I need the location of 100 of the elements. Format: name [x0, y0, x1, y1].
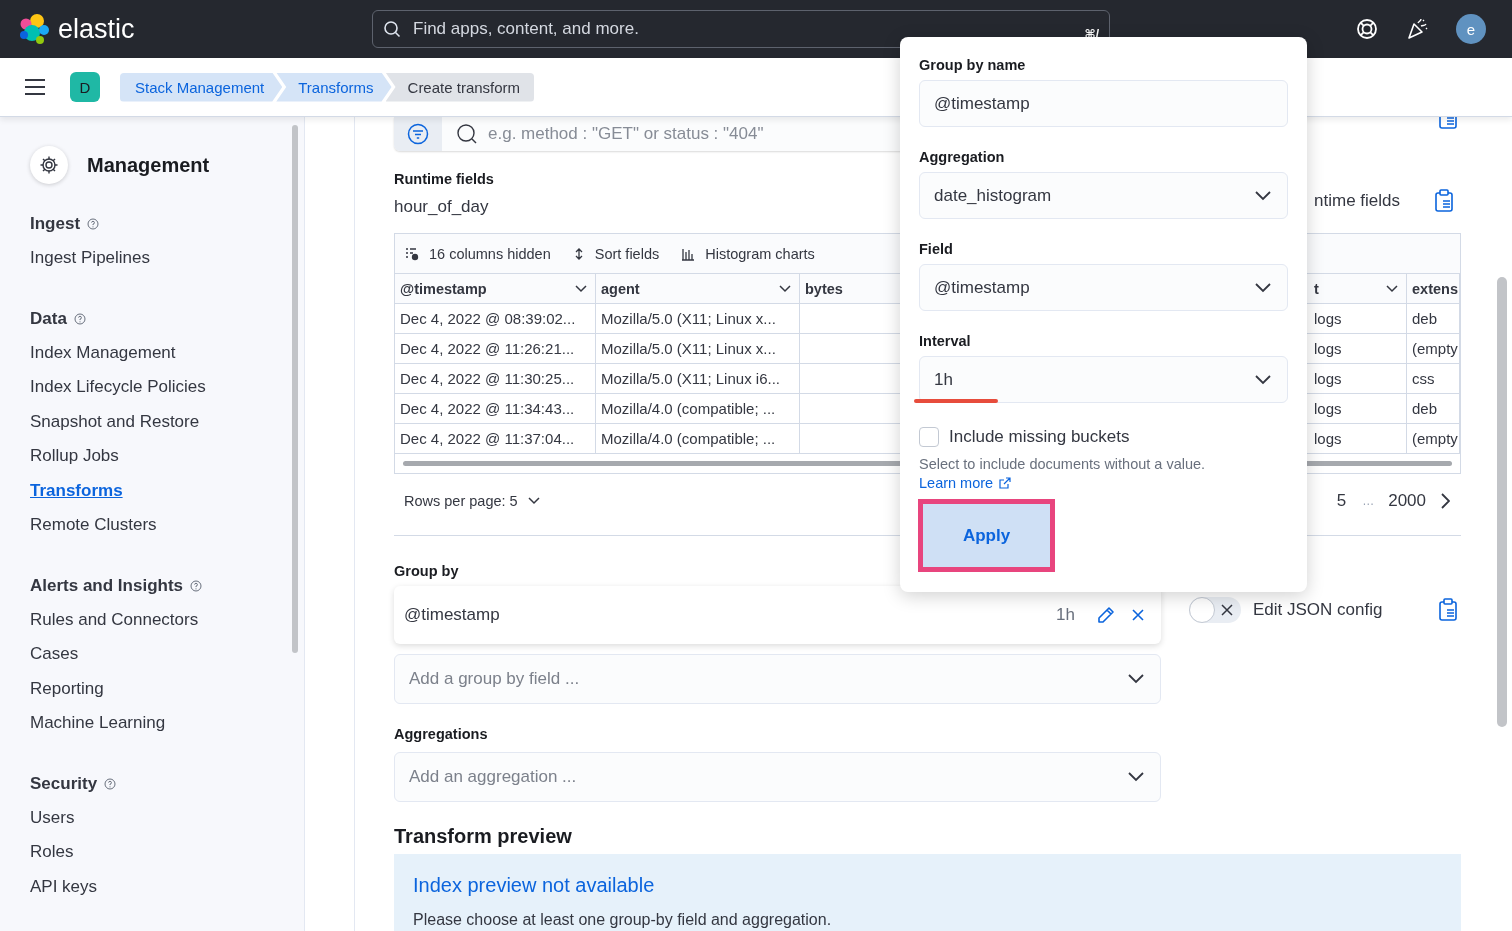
column-header[interactable]: agent	[596, 274, 800, 304]
group-by-name: @timestamp	[404, 605, 501, 625]
table-cell: Dec 4, 2022 @ 11:34:43...	[395, 394, 596, 424]
switch-label: ntime fields	[1314, 191, 1400, 211]
apply-button[interactable]: Apply	[918, 499, 1055, 572]
clipboard-icon[interactable]	[1434, 189, 1454, 213]
sidebar-link[interactable]: Cases	[30, 637, 79, 672]
columns-icon	[405, 246, 419, 261]
sidebar-link[interactable]: Rollup Jobs	[30, 439, 119, 474]
space-avatar[interactable]: D	[70, 72, 100, 102]
toolbar-button[interactable]: 16 columns hidden	[405, 245, 551, 262]
sidebar-title: Management	[87, 153, 210, 177]
clipboard-icon[interactable]	[1438, 117, 1458, 129]
checkbox[interactable]	[919, 427, 939, 448]
search-icon	[456, 123, 478, 145]
switch-label: Edit JSON config	[1253, 600, 1384, 620]
column-header[interactable]: extens	[1407, 274, 1460, 304]
section-title: Ingest	[30, 214, 81, 234]
field-label: Runtime fields	[394, 171, 494, 187]
scrollbar[interactable]	[1497, 277, 1507, 727]
section-title: Data	[30, 308, 67, 329]
filter-icon	[407, 123, 429, 145]
table-cell: deb	[1407, 394, 1460, 424]
section-heading: Transform preview	[394, 825, 573, 848]
sidebar-link[interactable]: Roles	[30, 835, 74, 870]
breadcrumb: Create transform	[385, 72, 535, 102]
page-link[interactable]: 5	[1336, 491, 1347, 511]
field-label: Aggregation	[919, 149, 1005, 166]
sidebar-link[interactable]: Index Lifecycle Policies	[30, 370, 206, 405]
table-cell: Dec 4, 2022 @ 08:39:02...	[395, 304, 596, 334]
interval-text: 1h	[1056, 605, 1075, 625]
select-field[interactable]: @timestamp	[919, 264, 1288, 312]
sidebar-link[interactable]: Users	[30, 800, 75, 835]
rows-per-page-button[interactable]: Rows per page: 5	[404, 493, 540, 509]
chevron-down-icon	[527, 497, 540, 505]
field-label: Field	[919, 241, 953, 258]
table-cell: (empty	[1407, 334, 1460, 364]
sidebar-link[interactable]: Transforms	[30, 473, 123, 508]
field-label: Interval	[919, 333, 971, 350]
logo-icon	[18, 13, 50, 45]
section-title: Security	[30, 773, 98, 794]
field-label: Group by name	[919, 57, 1026, 73]
callout-title: Index preview not available	[413, 874, 655, 897]
table-cell: Dec 4, 2022 @ 11:26:21...	[395, 334, 596, 364]
callout-text: Please choose at least one group-by field and aggregation.	[413, 911, 832, 929]
chevron-down-icon	[1255, 374, 1271, 385]
section-title: Alerts and Insights	[30, 575, 184, 596]
menu-icon[interactable]	[24, 78, 46, 96]
sidebar-link[interactable]: Index Management	[30, 335, 176, 370]
table-cell: css	[1407, 364, 1460, 394]
chevron-down-icon	[779, 284, 791, 293]
close-icon[interactable]	[1131, 608, 1145, 622]
select-field[interactable]: date_histogram	[919, 172, 1288, 220]
text-field[interactable]: @timestamp	[919, 80, 1288, 128]
table-cell: (empty	[1407, 424, 1460, 454]
toggle-switch[interactable]	[1189, 597, 1241, 623]
learn-more-link[interactable]: Learn more	[919, 475, 1012, 492]
search-icon	[383, 20, 401, 38]
histogram-icon	[681, 246, 696, 261]
field-label: Group by	[394, 563, 459, 579]
sidebar-link[interactable]: Reporting	[30, 671, 104, 706]
page-ellipsis: …	[1362, 494, 1375, 508]
chevron-down-icon	[1386, 284, 1398, 293]
chevron-down-icon	[1128, 674, 1144, 684]
chevron-down-icon	[1255, 190, 1271, 201]
breadcrumb[interactable]: Transforms	[276, 72, 392, 102]
pencil-icon[interactable]	[1097, 606, 1115, 624]
column-header[interactable]: t	[1305, 274, 1407, 304]
clipboard-icon[interactable]	[1438, 598, 1458, 622]
sidebar-link[interactable]: Rules and Connectors	[30, 602, 199, 637]
filter-button[interactable]	[394, 117, 442, 151]
cross-icon	[1221, 604, 1233, 616]
table-cell: deb	[1407, 304, 1460, 334]
field-label: Aggregations	[394, 726, 488, 742]
table-cell: Dec 4, 2022 @ 11:37:04...	[395, 424, 596, 454]
toolbar-button[interactable]: Histogram charts	[681, 245, 815, 262]
group-by-select[interactable]: Add a group by field ...	[394, 654, 1161, 704]
chevron-down-icon	[1128, 772, 1144, 782]
sidebar-link[interactable]: Machine Learning	[30, 706, 166, 741]
sidebar-link[interactable]: Ingest Pipelines	[30, 241, 151, 276]
chevron-down-icon	[575, 284, 587, 293]
sidebar-link[interactable]: API keys	[30, 869, 98, 904]
chevron-down-icon	[1255, 282, 1271, 293]
table-cell: Mozilla/5.0 (X11; Linux x...	[596, 334, 800, 364]
column-header[interactable]: @timestamp	[395, 274, 596, 304]
page-link[interactable]: 2000	[1388, 491, 1426, 511]
breadcrumb[interactable]: Stack Management	[120, 72, 283, 102]
sidebar-link[interactable]: Snapshot and Restore	[30, 404, 200, 439]
checkbox-label[interactable]: Include missing buckets	[949, 427, 1130, 448]
sidebar-link[interactable]: Remote Clusters	[30, 508, 157, 543]
table-cell: Mozilla/5.0 (X11; Linux i6...	[596, 364, 800, 394]
select-field[interactable]: 1h	[919, 356, 1288, 404]
toolbar-button[interactable]: Sort fields	[572, 245, 660, 262]
aggregation-select[interactable]: Add an aggregation ...	[394, 752, 1161, 802]
party-popper-icon[interactable]	[1406, 18, 1428, 40]
scrollbar[interactable]	[292, 125, 298, 653]
settings-icon	[30, 146, 68, 184]
table-cell: Mozilla/5.0 (X11; Linux x...	[596, 304, 800, 334]
external-link-icon	[999, 477, 1012, 490]
next-page-icon[interactable]	[1440, 493, 1450, 509]
